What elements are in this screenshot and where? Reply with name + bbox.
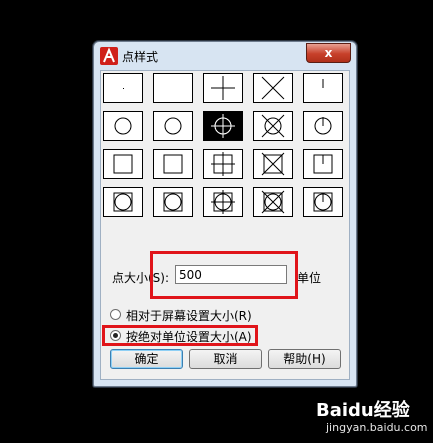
- unit-label: 单位: [297, 271, 322, 285]
- point-style-squarecircle-cross-icon: [261, 190, 285, 214]
- point-style-dot-icon: [123, 88, 124, 89]
- point-style-dot[interactable]: [103, 73, 143, 103]
- point-style-none[interactable]: [153, 73, 193, 103]
- point-style-circle-dot[interactable]: [103, 111, 143, 141]
- point-style-plus-icon: [211, 76, 235, 100]
- absolute-size-label: 按绝对单位设置大小(A): [126, 330, 252, 344]
- point-style-square-dot-icon: [113, 154, 133, 174]
- close-button[interactable]: x: [306, 43, 351, 63]
- close-icon: x: [324, 46, 333, 60]
- point-style-squarecircle-dot-icon: [113, 192, 133, 212]
- point-style-square-plus[interactable]: [203, 149, 243, 179]
- point-style-square-cross-icon: [261, 152, 285, 176]
- point-style-squarecircle-icon: [163, 192, 183, 212]
- point-style-circle-plus-icon: [211, 114, 235, 138]
- point-style-circle-cross[interactable]: [253, 111, 293, 141]
- point-style-square-cross[interactable]: [253, 149, 293, 179]
- point-style-circle-icon: [164, 117, 182, 135]
- absolute-size-radio[interactable]: [110, 330, 121, 341]
- point-style-squarecircle-tick-icon: [313, 192, 333, 212]
- point-style-circle-plus[interactable]: [203, 111, 243, 141]
- point-style-circle-tick-icon: [314, 117, 332, 135]
- point-style-square-tick-icon: [313, 154, 333, 174]
- point-style-circle[interactable]: [153, 111, 193, 141]
- autocad-app-icon: [100, 47, 118, 65]
- point-style-squarecircle-plus[interactable]: [203, 187, 243, 217]
- point-style-cross[interactable]: [253, 73, 293, 103]
- point-style-circle-tick[interactable]: [303, 111, 343, 141]
- title-bar[interactable]: 点样式 x: [94, 42, 356, 70]
- watermark-url: jingyan.baidu.com: [326, 421, 428, 434]
- cancel-button[interactable]: 取消: [189, 349, 262, 369]
- point-style-square-icon: [163, 154, 183, 174]
- point-style-squarecircle[interactable]: [153, 187, 193, 217]
- point-style-squarecircle-plus-icon: [211, 190, 235, 214]
- point-style-squarecircle-dot[interactable]: [103, 187, 143, 217]
- point-style-grid: [103, 73, 347, 223]
- relative-size-label: 相对于屏幕设置大小(R): [126, 309, 252, 323]
- point-style-squarecircle-tick[interactable]: [303, 187, 343, 217]
- relative-size-radio[interactable]: [110, 309, 121, 320]
- point-size-input[interactable]: [175, 265, 287, 284]
- watermark-brand: Baidu经验: [316, 400, 410, 421]
- point-style-square-plus-icon: [211, 152, 235, 176]
- point-style-cross-icon: [261, 76, 285, 100]
- point-size-label: 点大小(S):: [112, 271, 170, 285]
- point-style-plus[interactable]: [203, 73, 243, 103]
- point-style-circle-cross-icon: [261, 114, 285, 138]
- point-style-square-dot[interactable]: [103, 149, 143, 179]
- dialog-title: 点样式: [122, 50, 159, 64]
- point-style-tick-icon: [322, 79, 324, 88]
- point-style-square-tick[interactable]: [303, 149, 343, 179]
- ok-button[interactable]: 确定: [110, 349, 183, 369]
- help-button[interactable]: 帮助(H): [268, 349, 341, 369]
- point-style-tick[interactable]: [303, 73, 343, 103]
- point-style-circle-dot-icon: [114, 117, 132, 135]
- point-style-none-icon: [154, 74, 194, 104]
- point-style-squarecircle-cross[interactable]: [253, 187, 293, 217]
- point-style-square[interactable]: [153, 149, 193, 179]
